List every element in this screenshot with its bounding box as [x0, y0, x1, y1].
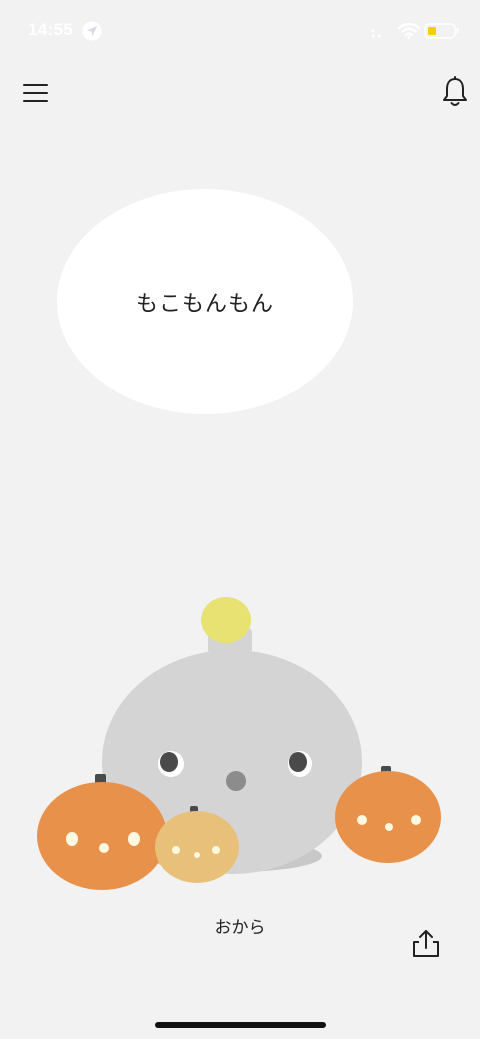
character-right-eye: [288, 751, 312, 777]
character-left-eye: [158, 751, 184, 777]
share-button[interactable]: [410, 928, 442, 960]
speech-bubble: もこもんもん: [57, 189, 353, 414]
character-nose: [226, 771, 246, 791]
menu-button[interactable]: [20, 78, 50, 108]
bell-icon: [443, 76, 467, 106]
status-time: 14:55: [28, 20, 73, 39]
location-arrow-icon: [82, 21, 102, 41]
status-bar: 14:55: [0, 0, 480, 60]
home-indicator[interactable]: [155, 1022, 326, 1028]
notification-button[interactable]: [440, 76, 470, 108]
character-scene[interactable]: [0, 580, 480, 900]
character-name: おから: [214, 918, 266, 938]
wifi-icon: [398, 22, 420, 39]
cellular-signal-icon: [371, 29, 381, 38]
hamburger-menu-icon: [23, 84, 48, 102]
speech-text: もこもんもん: [135, 291, 274, 317]
character-tuft: [201, 597, 252, 655]
battery-icon: [424, 23, 459, 39]
share-icon: [413, 930, 439, 957]
